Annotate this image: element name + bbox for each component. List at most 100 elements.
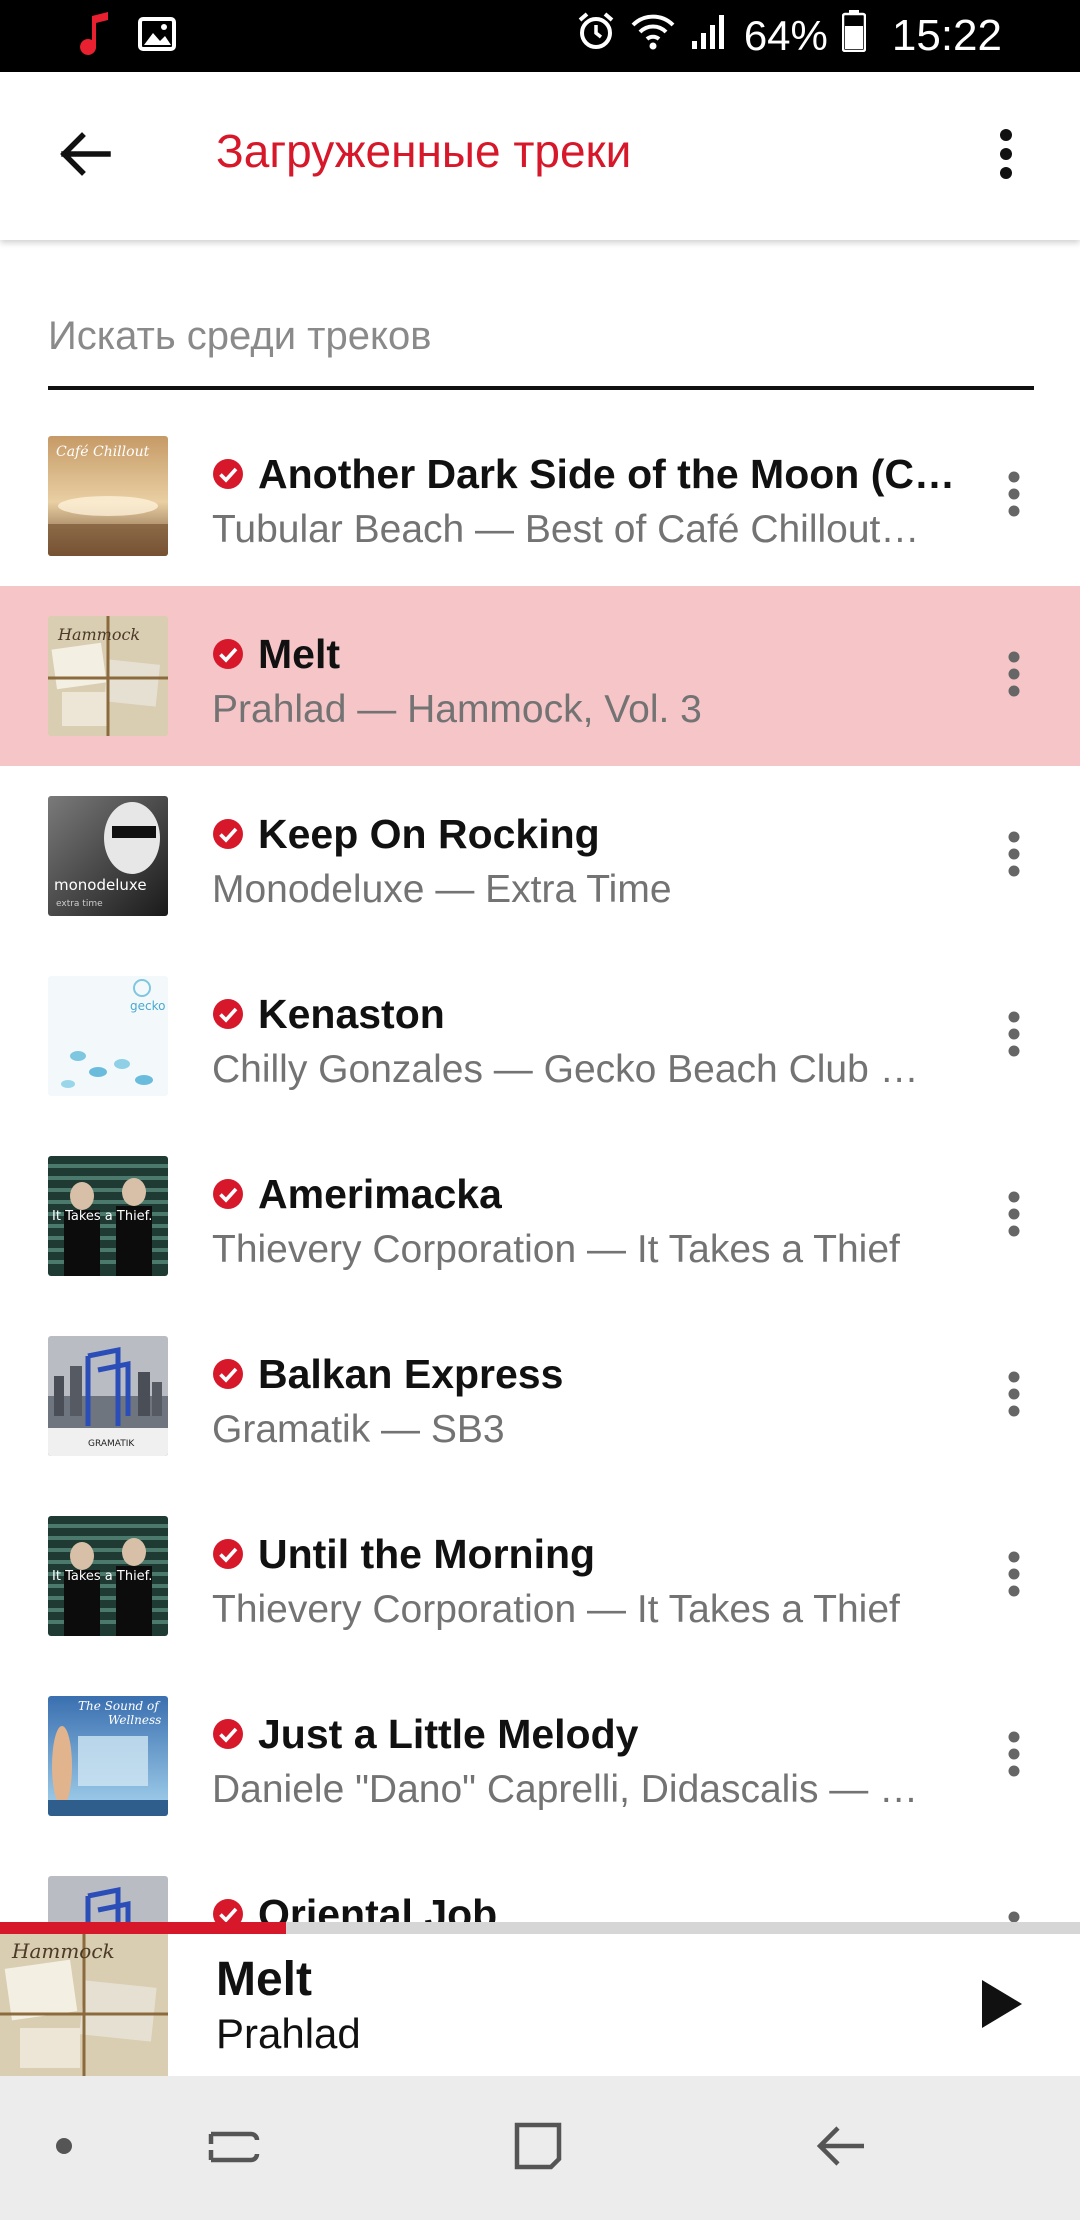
track-subtitle: Thievery Corporation — It Takes a Thief [212,1228,900,1271]
page-title: Загруженные треки [216,125,632,177]
arrow-left-icon [56,130,112,183]
album-cover: It Takes a Thief. [48,1156,168,1276]
track-menu-button[interactable] [978,1540,1050,1612]
downloaded-check-icon [212,1178,244,1210]
track-menu-button[interactable] [978,820,1050,892]
track-row[interactable]: GRAMATIK Balkan Express Gramatik — SB3 [0,1306,1080,1486]
search-input[interactable] [48,296,1034,376]
more-vertical-icon [1007,1191,1021,1242]
system-nav-bar [0,2076,1080,2220]
downloaded-check-icon [212,1718,244,1750]
track-row-active[interactable]: Hammock Melt Prahlad — Hammock, Vol. 3 [0,586,1080,766]
search-field [48,296,1034,390]
track-list[interactable]: Café Chillout Another Dark Side of the M… [0,406,1080,1922]
track-subtitle: Prahlad — Hammock, Vol. 3 [212,688,702,731]
mini-player[interactable]: Hammock Melt Prahlad [0,1934,1080,2076]
track-subtitle: Tubular Beach — Best of Café Chillout… [212,508,920,551]
track-menu-button[interactable] [978,1720,1050,1792]
more-vertical-icon [998,128,1014,185]
music-note-icon [78,11,112,61]
recent-apps-icon [207,2120,261,2177]
downloaded-check-icon [212,998,244,1030]
battery-icon [841,10,867,62]
home-icon [511,2119,565,2178]
track-title: Amerimacka [258,1170,502,1217]
track-row[interactable]: Oriental Job [0,1846,1080,1922]
playback-progress-fill [0,1922,287,1934]
system-back-button[interactable] [804,2112,876,2184]
nav-dot-button[interactable] [28,2112,100,2184]
clock: 15:22 [891,11,1002,60]
track-title: Keep On Rocking [258,810,600,857]
track-menu-button[interactable] [978,460,1050,532]
track-menu-button[interactable] [978,1000,1050,1072]
back-icon [812,2120,868,2177]
track-row[interactable]: It Takes a Thief. Amerimacka Thievery Co… [0,1126,1080,1306]
track-subtitle: Gramatik — SB3 [212,1408,505,1451]
more-vertical-icon [1007,831,1021,882]
track-menu-button[interactable] [978,1360,1050,1432]
downloaded-check-icon [212,1538,244,1570]
track-subtitle: Chilly Gonzales — Gecko Beach Club … [212,1048,919,1091]
overflow-menu-button[interactable] [970,120,1042,192]
album-cover: GRAMATIK [48,1336,168,1456]
track-title: Until the Morning [258,1530,596,1577]
play-button[interactable] [962,1966,1042,2046]
play-icon [980,1978,1024,2035]
svg-text:It Takes a Thief.: It Takes a Thief. [52,1209,152,1224]
track-row[interactable]: gecko Kenaston Chilly Gonzales — Gecko B… [0,946,1080,1126]
track-menu-button[interactable] [978,1180,1050,1252]
svg-text:Hammock: Hammock [57,625,140,644]
album-cover: Café Chillout [48,436,168,556]
recent-apps-button[interactable] [198,2112,270,2184]
track-row[interactable]: Café Chillout Another Dark Side of the M… [0,406,1080,586]
playback-progress-bar[interactable] [0,1922,1080,1934]
svg-text:Café Chillout: Café Chillout [56,444,150,460]
track-subtitle: Thievery Corporation — It Takes a Thief [212,1588,900,1631]
track-title: Another Dark Side of the Moon (C… [258,450,955,497]
downloaded-check-icon [212,1358,244,1390]
svg-text:GRAMATIK: GRAMATIK [88,1439,135,1449]
wifi-icon [630,11,676,61]
more-vertical-icon [1007,1731,1021,1782]
more-vertical-icon [1007,1551,1021,1602]
downloaded-check-icon [212,1898,244,1922]
signal-icon [690,11,730,61]
svg-text:The Sound of: The Sound of [78,1699,161,1713]
track-row[interactable]: It Takes a Thief. Until the Morning Thie… [0,1486,1080,1666]
svg-text:extra time: extra time [56,899,103,909]
track-subtitle: Monodeluxe — Extra Time [212,868,672,911]
track-menu-button[interactable] [978,1900,1050,1922]
track-title: Balkan Express [258,1350,564,1397]
track-title: Just a Little Melody [258,1710,639,1757]
more-vertical-icon [1007,1371,1021,1422]
album-cover: Hammock [48,616,168,736]
svg-text:monodeluxe: monodeluxe [54,876,147,894]
now-playing-artist: Prahlad [216,2010,361,2057]
album-cover: The Sound of Wellness [48,1696,168,1816]
back-button[interactable] [48,120,120,192]
album-cover: monodeluxe extra time [48,796,168,916]
track-row[interactable]: The Sound of Wellness Just a Little Melo… [0,1666,1080,1846]
more-vertical-icon [1007,1011,1021,1062]
album-cover: It Takes a Thief. [48,1516,168,1636]
alarm-icon [576,11,616,61]
track-title: Oriental Job [258,1890,498,1923]
svg-text:Wellness: Wellness [108,1713,161,1727]
track-subtitle: Daniele "Dano" Caprelli, Didascalis — … [212,1768,919,1811]
album-cover: gecko [48,976,168,1096]
image-icon [138,16,176,56]
now-playing-cover: Hammock [0,1934,168,2076]
track-row[interactable]: monodeluxe extra time Keep On Rocking Mo… [0,766,1080,946]
track-title: Kenaston [258,990,445,1037]
home-button[interactable] [502,2112,574,2184]
more-vertical-icon [1007,471,1021,522]
track-menu-button[interactable] [978,640,1050,712]
downloaded-check-icon [212,458,244,490]
status-bar: 64% 15:22 [0,0,1080,72]
album-cover [48,1876,168,1922]
svg-text:Hammock: Hammock [11,1939,115,1963]
downloaded-check-icon [212,818,244,850]
track-title: Melt [258,630,340,677]
svg-text:gecko: gecko [130,999,165,1013]
